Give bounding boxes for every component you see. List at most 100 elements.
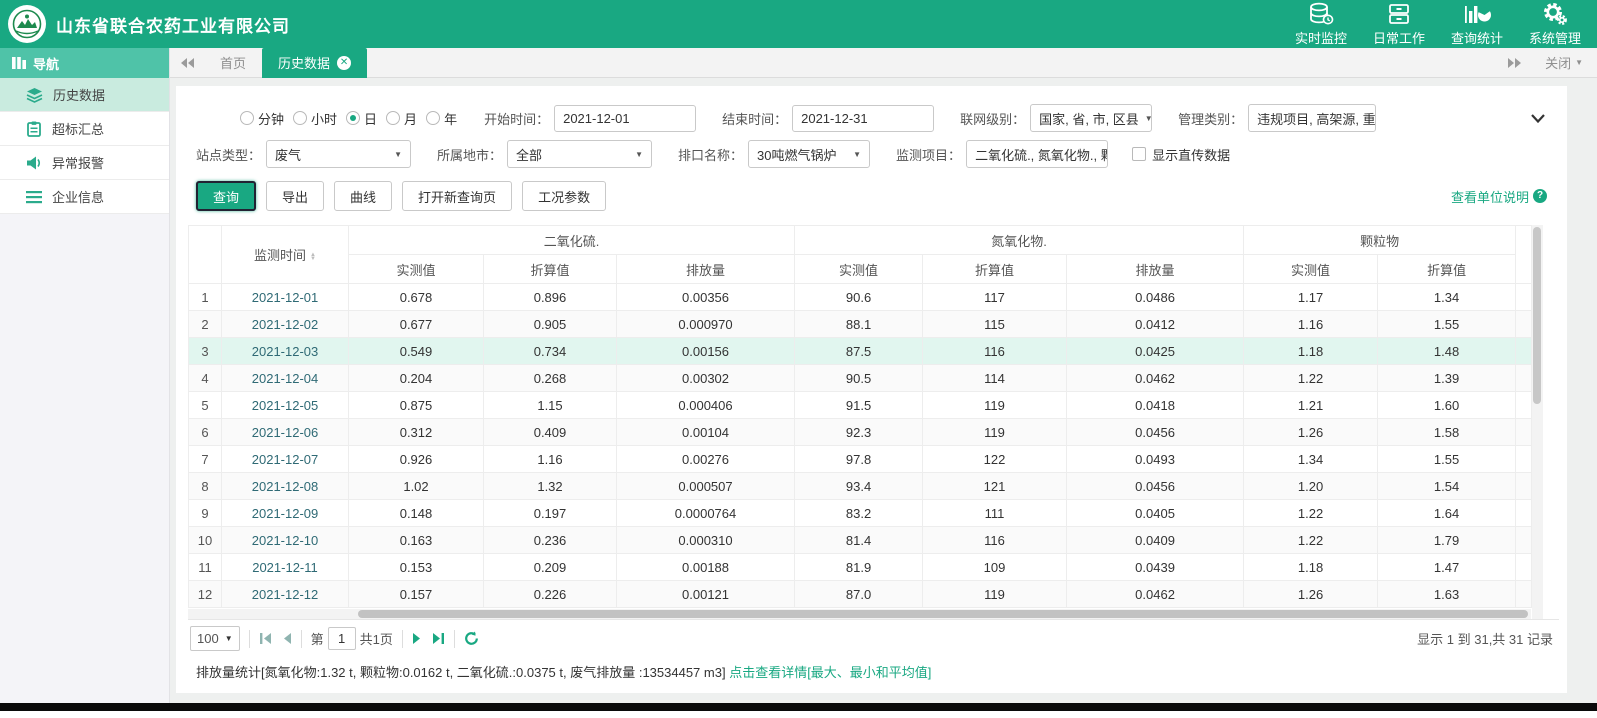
radio-day[interactable]: 日 bbox=[346, 109, 377, 128]
export-button[interactable]: 导出 bbox=[266, 181, 325, 211]
next-page-button[interactable] bbox=[412, 633, 422, 644]
cell-value bbox=[1515, 310, 1533, 338]
radio-month[interactable]: 月 bbox=[386, 109, 417, 128]
radio-hour[interactable]: 小时 bbox=[293, 109, 337, 128]
table-row[interactable]: 8 2021-12-08 1.02 1.32 0.000507 93.4 121 0.0456… bbox=[188, 472, 1533, 500]
refresh-button[interactable] bbox=[464, 631, 479, 646]
table-row[interactable]: 9 2021-12-09 0.148 0.197 0.0000764 83.2 111 0.0… bbox=[188, 499, 1533, 527]
top-header: 山东省联合农药工业有限公司 实时监控 日常工作 查询统计 系统管理 bbox=[0, 0, 1597, 48]
city-select[interactable]: 全部 ▼ bbox=[507, 140, 653, 168]
divider bbox=[248, 629, 250, 648]
sidebar-item-history-data[interactable]: 历史数据 bbox=[0, 78, 169, 112]
site-type-select[interactable]: 废气 ▼ bbox=[266, 140, 412, 168]
cell-value bbox=[1515, 391, 1533, 419]
cell-value: 0.163 bbox=[348, 526, 484, 554]
group-so2-header: 二氧化硫. bbox=[347, 225, 796, 255]
cell-value: 0.00356 bbox=[615, 283, 796, 311]
cell-value: 1.26 bbox=[1243, 580, 1379, 608]
cell-value: 1.58 bbox=[1377, 418, 1517, 446]
cell-value: 0.549 bbox=[348, 337, 484, 365]
top-nav: 实时监控 日常工作 查询统计 系统管理 bbox=[1293, 2, 1583, 47]
chevron-down-icon: ▼ bbox=[853, 149, 862, 159]
close-tabs-menu[interactable]: 关闭 ▼ bbox=[1545, 53, 1583, 72]
cell-value: 1.55 bbox=[1377, 310, 1517, 338]
period-radio-group: 分钟 小时 日 月 年 bbox=[240, 109, 466, 128]
page-size-select[interactable]: 100 ▼ bbox=[190, 626, 240, 651]
outlet-select[interactable]: 30吨燃气锅炉 ▼ bbox=[748, 140, 871, 168]
table-row[interactable]: 6 2021-12-06 0.312 0.409 0.00104 92.3 119 0.045… bbox=[188, 418, 1533, 446]
direct-data-label: 显示直传数据 bbox=[1152, 147, 1231, 163]
detail-link[interactable]: 点击查看详情[最大、最小和平均值] bbox=[729, 665, 931, 680]
last-page-button[interactable] bbox=[431, 633, 445, 644]
network-level-label: 联网级别： bbox=[960, 111, 1026, 127]
query-button[interactable]: 查询 bbox=[196, 181, 257, 211]
table-row[interactable]: 4 2021-12-04 0.204 0.268 0.00302 90.5 114 0.046… bbox=[188, 364, 1533, 392]
site-type-label: 站点类型： bbox=[196, 147, 262, 163]
horizontal-scrollbar-thumb[interactable] bbox=[358, 610, 1528, 618]
horizontal-scrollbar[interactable] bbox=[188, 609, 1531, 619]
cell-value: 1.02 bbox=[348, 472, 484, 500]
end-time-input[interactable] bbox=[792, 104, 935, 132]
table-row[interactable]: 11 2021-12-11 0.153 0.209 0.00188 81.9 109 0.04… bbox=[188, 553, 1533, 581]
nav-system-management[interactable]: 系统管理 bbox=[1527, 2, 1583, 47]
monitor-items-select[interactable]: 二氧化硫., 氮氧化物., 颗粒 ▼ bbox=[966, 140, 1109, 168]
cell-value: 90.5 bbox=[794, 364, 924, 392]
cell-value: 83.2 bbox=[794, 499, 924, 527]
table-row[interactable]: 3 2021-12-03 0.549 0.734 0.00156 87.5 116 0.042… bbox=[188, 337, 1533, 365]
table-row[interactable]: 7 2021-12-07 0.926 1.16 0.00276 97.8 122 0.0493… bbox=[188, 445, 1533, 473]
sub-header: 折算值 bbox=[483, 254, 617, 284]
manage-type-select[interactable]: 违规项目, 高架源, 重点排 ▼ bbox=[1248, 104, 1377, 132]
sidebar-item-abnormal-alarm[interactable]: 异常报警 bbox=[0, 146, 169, 180]
nav-daily-work[interactable]: 日常工作 bbox=[1371, 2, 1427, 47]
select-value: 全部 bbox=[516, 147, 543, 163]
tabs-scroll-right-icon[interactable] bbox=[1497, 57, 1531, 68]
tabs-scroll-left-icon[interactable] bbox=[170, 57, 204, 68]
vertical-scrollbar-thumb[interactable] bbox=[1533, 227, 1541, 405]
sidebar-item-label: 企业信息 bbox=[52, 190, 105, 205]
cell-value: 0.236 bbox=[483, 526, 617, 554]
cell-value: 0.0439 bbox=[1066, 553, 1245, 581]
time-col-header[interactable]: 监测时间 ▲ ▼ bbox=[221, 225, 349, 284]
condition-params-button[interactable]: 工况参数 bbox=[522, 181, 607, 211]
vertical-scrollbar[interactable] bbox=[1532, 225, 1543, 619]
tab-close-icon[interactable]: ✕ bbox=[337, 55, 352, 70]
tab-home[interactable]: 首页 bbox=[204, 48, 262, 78]
nav-label: 系统管理 bbox=[1528, 30, 1581, 46]
direct-data-checkbox[interactable] bbox=[1132, 147, 1147, 161]
table-row[interactable]: 10 2021-12-10 0.163 0.236 0.000310 81.4 116 0.0… bbox=[188, 526, 1533, 554]
sidebar-item-exceed-summary[interactable]: 超标汇总 bbox=[0, 112, 169, 146]
cell-value: 1.18 bbox=[1243, 337, 1379, 365]
cell-value: 0.000970 bbox=[615, 310, 796, 338]
unit-note-link[interactable]: 查看单位说明 ? bbox=[1451, 187, 1547, 206]
cell-value: 1.32 bbox=[483, 472, 617, 500]
chevron-down-icon: ▼ bbox=[1144, 113, 1153, 123]
table-row[interactable]: 12 2021-12-12 0.157 0.226 0.00121 87.0 119 0.04… bbox=[188, 580, 1533, 608]
open-new-query-button[interactable]: 打开新查询页 bbox=[402, 181, 513, 211]
cell-value: 0.0462 bbox=[1066, 364, 1245, 392]
page-number-input[interactable] bbox=[327, 627, 356, 650]
sidebar-item-enterprise-info[interactable]: 企业信息 bbox=[0, 180, 169, 214]
chevron-down-icon: ▼ bbox=[224, 634, 233, 643]
cell-value: 0.226 bbox=[483, 580, 617, 608]
nav-realtime-monitor[interactable]: 实时监控 bbox=[1293, 2, 1349, 47]
tab-history-data[interactable]: 历史数据 ✕ bbox=[262, 47, 368, 78]
work-area: 分钟 小时 日 月 年 开始时间： 结束时间： 联网级别： bbox=[170, 78, 1597, 703]
cell-date: 2021-12-05 bbox=[221, 391, 349, 419]
table-row[interactable]: 5 2021-12-05 0.875 1.15 0.000406 91.5 119 0.041… bbox=[188, 391, 1533, 419]
curve-button[interactable]: 曲线 bbox=[334, 181, 393, 211]
mee-emblem-icon bbox=[11, 8, 43, 40]
filters-collapse-icon[interactable] bbox=[1531, 113, 1545, 123]
radio-year[interactable]: 年 bbox=[426, 109, 457, 128]
divider bbox=[401, 629, 403, 648]
nav-query-statistics[interactable]: 查询统计 bbox=[1449, 2, 1505, 47]
table-row[interactable]: 2 2021-12-02 0.677 0.905 0.000970 88.1 115 0.04… bbox=[188, 310, 1533, 338]
start-time-input[interactable] bbox=[554, 104, 697, 132]
prev-page-button[interactable] bbox=[282, 633, 292, 644]
cell-value: 0.197 bbox=[483, 499, 617, 527]
network-level-select[interactable]: 国家, 省, 市, 区县 ▼ bbox=[1030, 104, 1153, 132]
radio-minute[interactable]: 分钟 bbox=[240, 109, 284, 128]
table-row[interactable]: 1 2021-12-01 0.678 0.896 0.00356 90.6 117 0.048… bbox=[188, 283, 1533, 311]
cell-value: 1.21 bbox=[1243, 391, 1379, 419]
first-page-button[interactable] bbox=[259, 633, 273, 644]
cell-value: 1.26 bbox=[1243, 418, 1379, 446]
